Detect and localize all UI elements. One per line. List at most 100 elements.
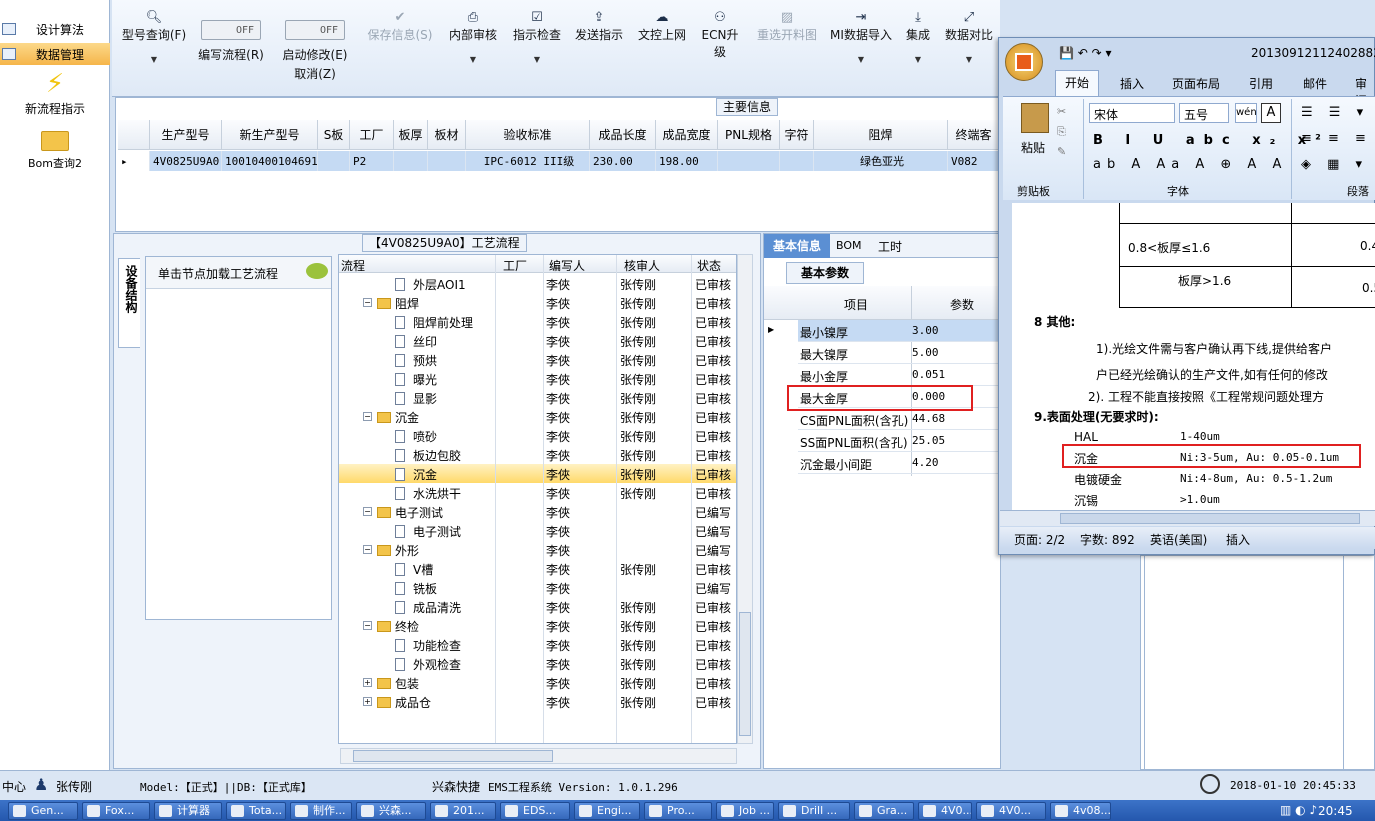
column-header[interactable]: 新生产型号 — [222, 120, 318, 150]
doc-text[interactable]: HAL — [1074, 430, 1098, 444]
param-row[interactable]: SS面PNL面积(含孔) 25.05 — [798, 430, 1000, 452]
doc-text[interactable]: 电镀硬金 — [1074, 471, 1122, 488]
doc-table-cell[interactable]: 0.5 — [1362, 281, 1375, 295]
ribbon-tab-references[interactable]: 引用 — [1249, 75, 1273, 92]
tab-bom[interactable]: BOM — [836, 239, 862, 252]
ribbon-tab-layout[interactable]: 页面布局 — [1172, 75, 1220, 92]
vertical-scrollbar[interactable] — [737, 254, 753, 744]
table-cell[interactable] — [318, 151, 350, 171]
tree-row[interactable]: 沉金 李俠 张传刚 已审核 — [339, 464, 736, 483]
column-header[interactable]: 参数 — [950, 296, 974, 313]
column-header[interactable]: 板厚 — [394, 120, 428, 150]
param-row[interactable]: 最小镍厚 3.00 — [798, 320, 1000, 342]
column-header[interactable]: S板 — [318, 120, 350, 150]
tree-row[interactable]: 预烘 李俠 张传刚 已审核 — [339, 350, 736, 369]
tree-row[interactable]: 丝印 李俠 张传刚 已审核 — [339, 331, 736, 350]
list-icons[interactable]: ☰ ☰ ▾ — [1301, 105, 1369, 120]
edit-flow-toggle[interactable]: OFF — [201, 20, 261, 40]
taskbar-item[interactable]: 4V0... — [918, 802, 972, 820]
table-cell[interactable]: 198.00 — [656, 151, 718, 171]
tab-basic-info[interactable]: 基本信息 — [764, 234, 830, 258]
doc-table-cell[interactable]: 0.8<板厚≤1.6 — [1128, 239, 1210, 256]
table-cell[interactable]: P2 — [350, 151, 394, 171]
reselect-panel-button[interactable]: ▨ 重选开料图 — [752, 10, 822, 43]
scroll-thumb[interactable] — [739, 612, 751, 736]
format-painter-icon[interactable]: ✎ — [1057, 145, 1066, 158]
start-modify-toggle[interactable]: OFF — [285, 20, 345, 40]
doc-upload-button[interactable]: ☁ 文控上网 — [634, 10, 690, 43]
office-button[interactable] — [1005, 43, 1043, 81]
new-flow-indicator-tool[interactable]: ⚡ 新流程指示 — [0, 68, 110, 117]
font-size-select[interactable]: 五号 — [1179, 103, 1229, 123]
doc-heading[interactable]: 9.表面处理(无要求时): — [1034, 408, 1159, 425]
column-header[interactable]: 板材 — [428, 120, 466, 150]
table-cell[interactable]: V082 — [948, 151, 1000, 171]
tree-row[interactable]: 成品清洗 李俠 张传刚 已审核 — [339, 597, 736, 616]
table-cell[interactable]: 10010400104691 — [222, 151, 318, 171]
column-header[interactable]: 流程 — [341, 257, 365, 274]
param-row[interactable]: CS面PNL面积(含孔) 44.68 — [798, 408, 1000, 430]
doc-table-cell[interactable]: 0.4+ — [1360, 239, 1375, 253]
word-horizontal-scrollbar[interactable] — [1000, 510, 1375, 526]
table-cell[interactable]: 4V0825U9A0 — [150, 151, 222, 171]
mi-import-button[interactable]: ⇥ MI数据导入 ▼ — [828, 10, 894, 64]
tree-row[interactable]: V槽 李俠 张传刚 已审核 — [339, 559, 736, 578]
paste-button[interactable]: 粘贴 — [1021, 139, 1045, 156]
tree-row[interactable]: 外层AOI1 李俠 张传刚 已审核 — [339, 274, 736, 293]
doc-text[interactable]: >1.0um — [1180, 493, 1220, 506]
char-border-icon[interactable]: A — [1261, 103, 1281, 123]
table-cell[interactable]: 230.00 — [590, 151, 656, 171]
internal-review-button[interactable]: ⎙ 内部审核 ▼ — [444, 10, 502, 64]
table-cell[interactable]: IPC-6012 III级 — [466, 151, 590, 171]
tab-basic-params[interactable]: 基本参数 — [786, 262, 864, 284]
param-row[interactable]: 最大镍厚 5.00 — [798, 342, 1000, 364]
param-row[interactable]: 最小金厚 0.051 — [798, 364, 1000, 386]
taskbar-item[interactable]: Gra... — [854, 802, 914, 820]
tree-row[interactable]: 板边包胶 李俠 张传刚 已审核 — [339, 445, 736, 464]
tree-row[interactable]: − 沉金 李俠 张传刚 已审核 — [339, 407, 736, 426]
scroll-thumb[interactable] — [1060, 513, 1360, 524]
tree-row[interactable]: 喷砂 李俠 张传刚 已审核 — [339, 426, 736, 445]
doc-text-line[interactable]: 户已经光绘确认的生产文件,如有任何的修改 — [1096, 366, 1328, 383]
param-row[interactable]: 沉金最小间距 4.20 — [798, 452, 1000, 474]
format-icons[interactable]: B I U abc x₂ x² — [1093, 133, 1330, 148]
phonetic-guide-icon[interactable]: wén — [1235, 103, 1257, 123]
table-cell[interactable] — [394, 151, 428, 171]
tree-row[interactable]: + 成品仓 李俠 张传刚 已审核 — [339, 692, 736, 711]
column-header[interactable]: 工厂 — [503, 257, 527, 274]
doc-text-line[interactable]: 2). 工程不能直接按照《工程常规问题处理方 — [1088, 388, 1324, 405]
taskbar-item[interactable]: EDS... — [500, 802, 570, 820]
tree-row[interactable]: 阻焊前处理 李俠 张传刚 已审核 — [339, 312, 736, 331]
column-header[interactable]: 项目 — [844, 296, 868, 313]
tree-row[interactable]: 电子测试 李俠 已编写 — [339, 521, 736, 540]
tree-row[interactable]: − 终检 李俠 张传刚 已审核 — [339, 616, 736, 635]
ecn-upgrade-button[interactable]: ⚇ ECN升级 — [696, 10, 744, 60]
word-count[interactable]: 字数: 892 — [1080, 531, 1135, 548]
tab-labor-hours[interactable]: 工时 — [878, 238, 902, 255]
column-header[interactable]: 成品宽度 — [656, 120, 718, 150]
column-header[interactable]: 成品长度 — [590, 120, 656, 150]
taskbar-item[interactable]: 计算器 — [154, 802, 222, 820]
tree-row[interactable]: 曝光 李俠 张传刚 已审核 — [339, 369, 736, 388]
column-header[interactable]: 核审人 — [624, 257, 660, 274]
doc-text[interactable]: Ni:4-8um, Au: 0.5-1.2um — [1180, 472, 1332, 485]
column-header[interactable]: PNL规格 — [718, 120, 780, 150]
doc-heading[interactable]: 8 其他: — [1034, 313, 1075, 330]
indicator-check-button[interactable]: ☑ 指示检查 ▼ — [508, 10, 566, 64]
insert-mode-indicator[interactable]: 插入 — [1226, 531, 1250, 548]
nav-item-data-management[interactable]: 数据管理 — [0, 43, 110, 65]
expand-toggle-icon[interactable]: − — [363, 621, 372, 630]
tree-row[interactable]: 外观检查 李俠 张传刚 已审核 — [339, 654, 736, 673]
cancel-button[interactable]: 取消(Z) — [278, 65, 352, 82]
column-header[interactable]: 状态 — [697, 257, 721, 274]
expand-toggle-icon[interactable]: − — [363, 507, 372, 516]
nav-item-design-algorithm[interactable]: 设计算法 — [0, 18, 110, 40]
ribbon-tab-home[interactable]: 开始 — [1055, 70, 1099, 96]
tree-row[interactable]: 水洗烘干 李俠 张传刚 已审核 — [339, 483, 736, 502]
tree-row[interactable]: − 电子测试 李俠 已编写 — [339, 502, 736, 521]
tree-row[interactable]: 功能检查 李俠 张传刚 已审核 — [339, 635, 736, 654]
save-info-button[interactable]: ✔ 保存信息(S) — [362, 10, 438, 43]
taskbar-item[interactable]: Pro... — [644, 802, 712, 820]
column-header[interactable]: 终端客 — [948, 120, 1000, 150]
taskbar-item[interactable]: 4V0... — [976, 802, 1046, 820]
